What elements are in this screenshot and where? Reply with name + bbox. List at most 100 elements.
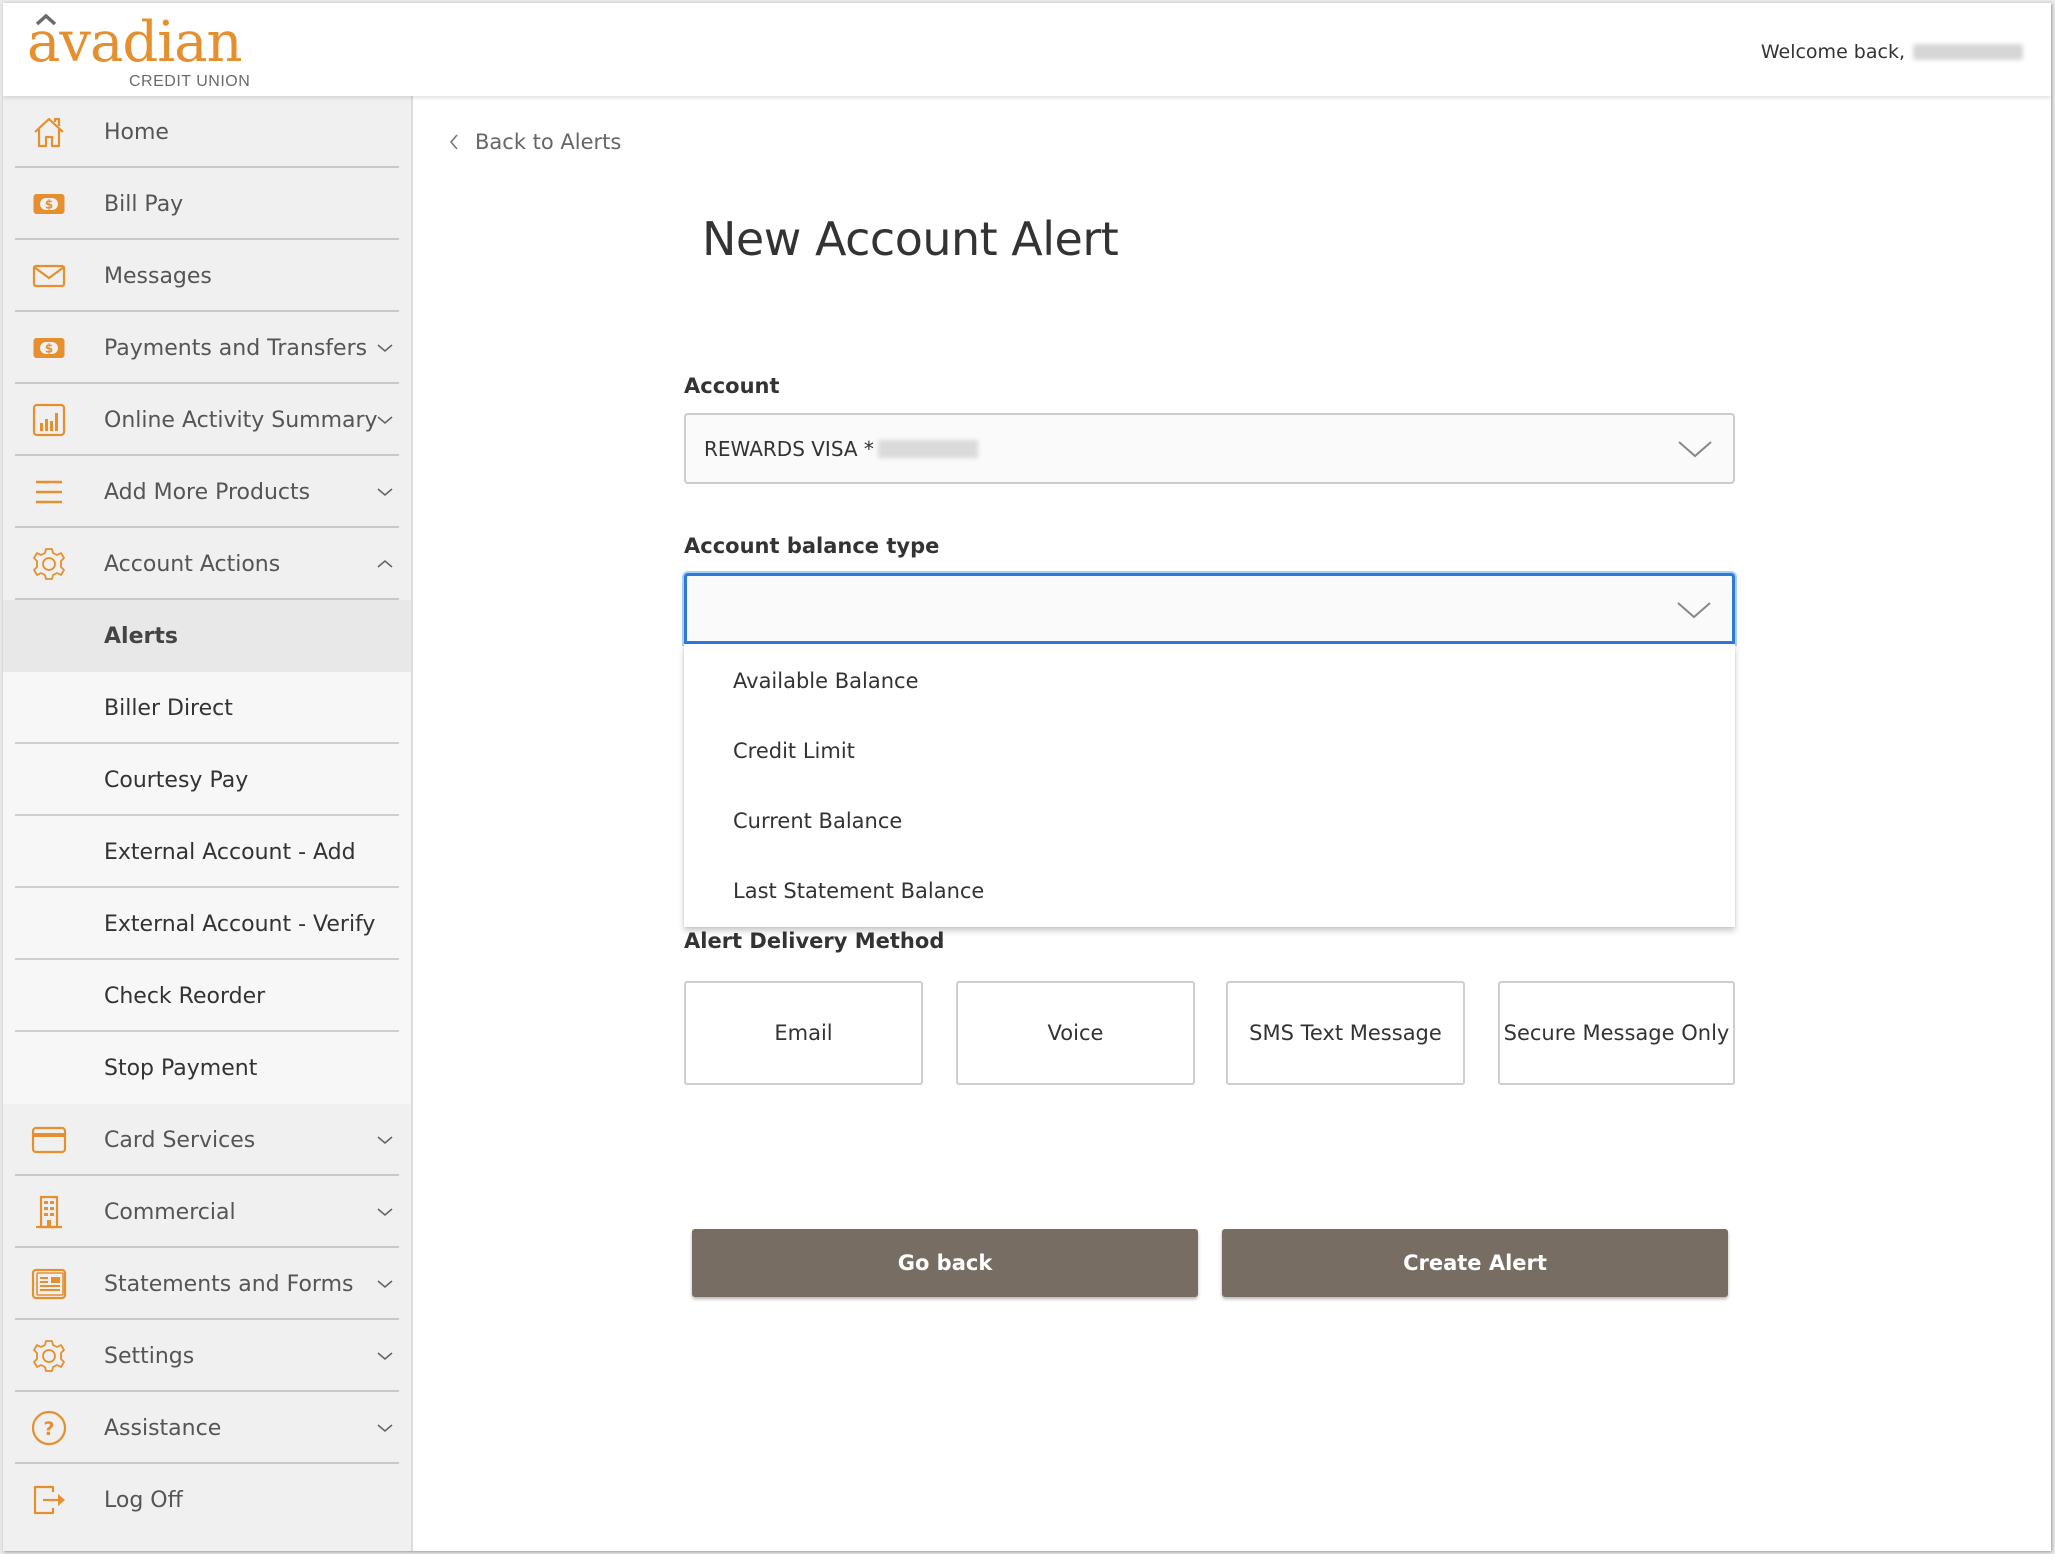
logout-icon bbox=[31, 1482, 67, 1518]
delivery-method-options: Email Voice SMS Text Message Secure Mess… bbox=[684, 981, 1735, 1085]
account-select-value: REWARDS VISA * bbox=[704, 436, 874, 461]
balance-type-dropdown-list: Available Balance Credit Limit Current B… bbox=[684, 644, 1735, 927]
sidebar-item-label: Payments and Transfers bbox=[104, 335, 368, 361]
page-title: New Account Alert bbox=[702, 212, 1119, 266]
gear-icon bbox=[31, 1338, 67, 1374]
menu-lines-icon bbox=[31, 474, 67, 510]
page-frame: avadian CREDIT UNION Welcome back, Home … bbox=[3, 3, 2051, 1551]
sidebar-item-commercial[interactable]: Commercial bbox=[3, 1176, 411, 1248]
sidebar-item-label: Commercial bbox=[104, 1199, 236, 1225]
sidebar-item-label: Bill Pay bbox=[104, 191, 184, 217]
logo-wordmark: avadian bbox=[27, 10, 243, 75]
delivery-voice-button[interactable]: Voice bbox=[956, 981, 1195, 1085]
chevron-down-icon bbox=[377, 488, 393, 497]
svg-text:$: $ bbox=[45, 342, 53, 356]
home-icon bbox=[31, 114, 67, 150]
chevron-down-icon bbox=[377, 1424, 393, 1433]
sidebar-subitem-check-reorder[interactable]: Check Reorder bbox=[3, 960, 411, 1032]
sidebar-item-add-more-products[interactable]: Add More Products bbox=[3, 456, 411, 528]
building-icon bbox=[31, 1194, 67, 1230]
back-link-label: Back to Alerts bbox=[475, 130, 622, 154]
sidebar-item-payments-and-transfers[interactable]: $ Payments and Transfers bbox=[3, 312, 411, 384]
dropdown-option-credit-limit[interactable]: Credit Limit bbox=[684, 716, 1735, 786]
chevron-left-icon bbox=[449, 134, 458, 150]
chevron-down-icon bbox=[377, 1280, 393, 1289]
sidebar-subitem-label: Courtesy Pay bbox=[104, 767, 249, 793]
sidebar-item-label: Account Actions bbox=[104, 551, 281, 577]
logo-subtext: CREDIT UNION bbox=[129, 73, 251, 90]
sidebar-item-label: Messages bbox=[104, 263, 212, 289]
chevron-down-icon bbox=[377, 416, 393, 425]
sidebar-item-statements-and-forms[interactable]: Statements and Forms bbox=[3, 1248, 411, 1320]
sidebar-item-label: Settings bbox=[104, 1343, 195, 1369]
chevron-down-icon bbox=[377, 1208, 393, 1217]
sidebar-item-messages[interactable]: Messages bbox=[3, 240, 411, 312]
sidebar-subitem-label: Biller Direct bbox=[104, 695, 233, 721]
sidebar-item-account-actions[interactable]: Account Actions bbox=[3, 528, 411, 600]
sidebar-item-assistance[interactable]: ? Assistance bbox=[3, 1392, 411, 1464]
sidebar-subitem-label: Alerts bbox=[104, 623, 178, 649]
dropdown-option-available-balance[interactable]: Available Balance bbox=[684, 646, 1735, 716]
sidebar-item-log-off[interactable]: Log Off bbox=[3, 1464, 411, 1536]
sidebar-item-label: Statements and Forms bbox=[104, 1271, 354, 1297]
header: avadian CREDIT UNION Welcome back, bbox=[3, 3, 2051, 96]
account-number-redacted bbox=[877, 439, 978, 458]
sidebar-item-online-activity-summary[interactable]: Online Activity Summary bbox=[3, 384, 411, 456]
sidebar-item-label: Online Activity Summary bbox=[104, 407, 378, 433]
sidebar-subitem-label: External Account - Add bbox=[104, 839, 356, 865]
sidebar-item-label: Assistance bbox=[104, 1415, 222, 1441]
gear-icon bbox=[31, 546, 67, 582]
user-name-redacted bbox=[1913, 44, 2023, 60]
svg-text:?: ? bbox=[43, 1418, 54, 1440]
sidebar-subitem-external-account-verify[interactable]: External Account - Verify bbox=[3, 888, 411, 960]
balance-type-label: Account balance type bbox=[684, 534, 940, 558]
dollar-bill-icon: $ bbox=[31, 186, 67, 222]
welcome-message: Welcome back, bbox=[1761, 41, 2023, 63]
back-to-alerts-link[interactable]: Back to Alerts bbox=[449, 130, 621, 154]
dropdown-option-last-statement-balance[interactable]: Last Statement Balance bbox=[684, 856, 1735, 926]
create-alert-button[interactable]: Create Alert bbox=[1222, 1229, 1728, 1297]
chevron-down-icon bbox=[377, 1352, 393, 1361]
chevron-up-icon bbox=[377, 559, 393, 568]
credit-card-icon bbox=[31, 1122, 67, 1158]
chevron-down-icon bbox=[1678, 441, 1712, 458]
chevron-down-icon bbox=[377, 1136, 393, 1145]
sidebar-subitem-stop-payment[interactable]: Stop Payment bbox=[3, 1032, 411, 1104]
svg-text:$: $ bbox=[45, 198, 53, 212]
sidebar-item-label: Log Off bbox=[104, 1487, 183, 1513]
sidebar-item-label: Home bbox=[104, 119, 169, 145]
sidebar-subitem-label: Check Reorder bbox=[104, 983, 266, 1009]
sidebar-item-card-services[interactable]: Card Services bbox=[3, 1104, 411, 1176]
bar-chart-icon bbox=[31, 402, 67, 438]
delivery-email-button[interactable]: Email bbox=[684, 981, 923, 1085]
sidebar-subitem-alerts[interactable]: Alerts bbox=[3, 600, 411, 672]
welcome-text: Welcome back, bbox=[1760, 41, 1905, 63]
main-content: Back to Alerts New Account Alert Account… bbox=[415, 96, 2051, 1551]
sidebar-item-label: Card Services bbox=[104, 1127, 256, 1153]
sidebar-item-home[interactable]: Home bbox=[3, 96, 411, 168]
delivery-sms-button[interactable]: SMS Text Message bbox=[1226, 981, 1465, 1085]
avadian-logo[interactable]: avadian CREDIT UNION bbox=[27, 9, 267, 93]
sidebar-item-bill-pay[interactable]: $ Bill Pay bbox=[3, 168, 411, 240]
dropdown-option-current-balance[interactable]: Current Balance bbox=[684, 786, 1735, 856]
dollar-bill-icon: $ bbox=[31, 330, 67, 366]
sidebar-subitem-biller-direct[interactable]: Biller Direct bbox=[3, 672, 411, 744]
newspaper-icon bbox=[31, 1266, 67, 1302]
sidebar-item-label: Add More Products bbox=[104, 479, 311, 505]
sidebar-item-settings[interactable]: Settings bbox=[3, 1320, 411, 1392]
account-select[interactable]: REWARDS VISA * bbox=[684, 413, 1735, 484]
balance-type-select[interactable] bbox=[684, 573, 1735, 644]
sidebar-subitem-label: Stop Payment bbox=[104, 1055, 258, 1081]
delivery-method-label: Alert Delivery Method bbox=[684, 929, 945, 953]
go-back-button[interactable]: Go back bbox=[692, 1229, 1198, 1297]
question-circle-icon: ? bbox=[31, 1410, 67, 1446]
sidebar-subitem-courtesy-pay[interactable]: Courtesy Pay bbox=[3, 744, 411, 816]
sidebar-subitem-label: External Account - Verify bbox=[104, 911, 376, 937]
envelope-icon bbox=[31, 258, 67, 294]
sidebar-nav: Home $ Bill Pay Messages $ Payments and … bbox=[3, 96, 413, 1551]
delivery-secure-message-button[interactable]: Secure Message Only bbox=[1498, 981, 1735, 1085]
sidebar-subitem-external-account-add[interactable]: External Account - Add bbox=[3, 816, 411, 888]
chevron-down-icon bbox=[377, 344, 393, 353]
chevron-down-icon bbox=[1677, 602, 1711, 619]
account-label: Account bbox=[684, 374, 780, 398]
